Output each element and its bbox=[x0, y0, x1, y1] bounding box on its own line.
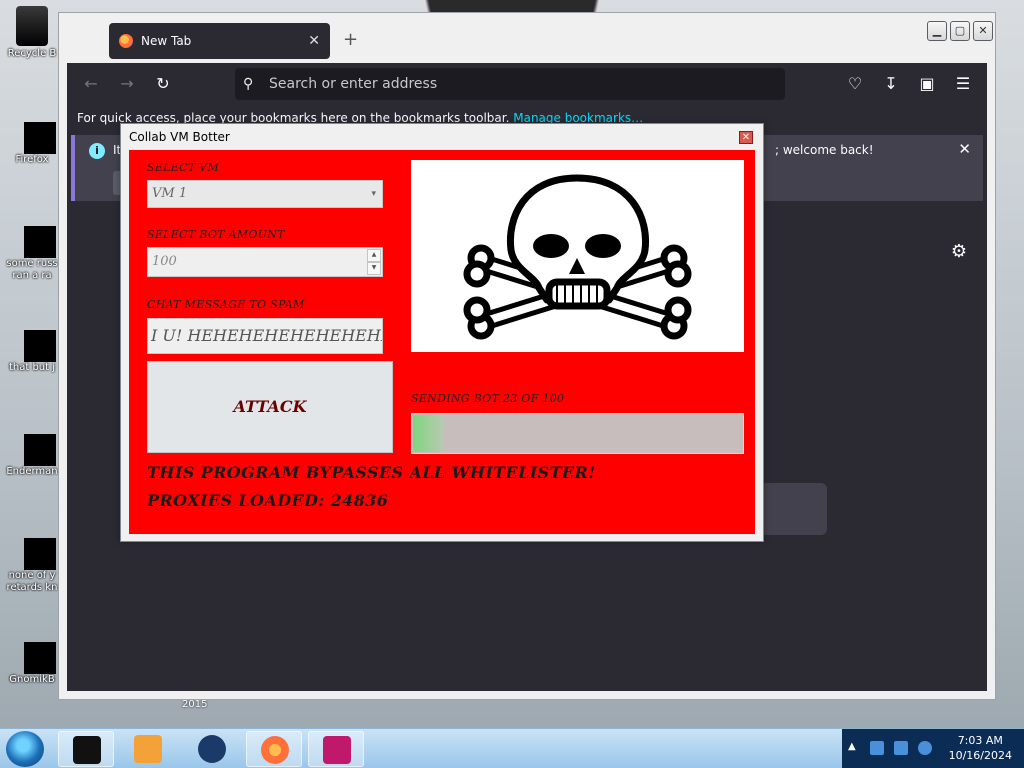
pocket-icon[interactable]: ♡ bbox=[843, 72, 867, 96]
tray-network-icon[interactable] bbox=[894, 741, 908, 755]
desktop-shortcut-icon bbox=[12, 424, 56, 466]
tab-strip: New Tab ✕ + ▁ ▢ ✕ bbox=[59, 13, 995, 63]
system-tray: ▲ 7:03 AM 10/16/2024 bbox=[842, 729, 1024, 768]
address-bar[interactable]: ⚲ Search or enter address bbox=[235, 68, 785, 100]
firefox-icon bbox=[119, 34, 133, 48]
close-window-button[interactable]: ✕ bbox=[973, 21, 993, 41]
minimize-button[interactable]: ▁ bbox=[927, 21, 947, 41]
notice-text-right: ; welcome back! bbox=[775, 143, 874, 157]
desktop-icon[interactable]: GnomikB bbox=[4, 632, 60, 686]
tray-volume-icon[interactable] bbox=[918, 741, 932, 755]
tab-close-icon[interactable]: ✕ bbox=[308, 33, 320, 49]
sending-status: SENDING BOT 23 OF 100 bbox=[411, 392, 565, 405]
bot-amount-value: 100 bbox=[152, 254, 177, 269]
gear-icon[interactable]: ⚙ bbox=[951, 241, 967, 262]
desktop-icon-label: Recycle B bbox=[7, 48, 57, 59]
bot-amount-stepper[interactable]: 100 ▲ ▼ bbox=[147, 247, 383, 277]
new-tab-button[interactable]: + bbox=[343, 29, 358, 50]
desktop-icon[interactable]: that but j bbox=[4, 320, 60, 374]
chat-message-input[interactable]: I U! HEHEHEHEHEHEHEHE! bbox=[147, 318, 383, 354]
start-button[interactable] bbox=[6, 731, 44, 767]
clock-time: 7:03 AM bbox=[957, 734, 1003, 747]
collab-vm-botter-dialog: Collab VM Botter ✕ SELECT VM VM 1 ▾ SELE… bbox=[120, 123, 764, 542]
maximize-button[interactable]: ▢ bbox=[950, 21, 970, 41]
desktop-shortcut-icon bbox=[12, 216, 56, 258]
back-arrow-icon[interactable]: ← bbox=[79, 72, 103, 96]
taskbar-item-terminal[interactable] bbox=[58, 731, 114, 767]
skull-crossbones-icon bbox=[463, 174, 692, 340]
clock[interactable]: 7:03 AM 10/16/2024 bbox=[949, 733, 1012, 763]
download-icon[interactable]: ↧ bbox=[879, 72, 903, 96]
send-progress-bar bbox=[411, 413, 744, 454]
desktop-icon-label: some russ ran a ra bbox=[6, 258, 58, 281]
stepper-up-icon[interactable]: ▲ bbox=[367, 249, 381, 262]
taskbar-item-media-player[interactable] bbox=[120, 731, 176, 767]
taskbar-item-globe[interactable] bbox=[184, 731, 240, 767]
desktop-icon[interactable]: Firefox bbox=[4, 112, 60, 166]
stepper-down-icon[interactable]: ▼ bbox=[367, 262, 381, 275]
address-placeholder: Search or enter address bbox=[269, 76, 438, 92]
desktop-shortcut-icon bbox=[12, 632, 56, 674]
chat-message-label: CHAT MESSAGE TO SPAM bbox=[147, 298, 305, 311]
desktop-icon-label: none of y retards kn bbox=[6, 570, 58, 593]
tab-title: New Tab bbox=[141, 34, 192, 48]
bypass-notice: THIS PROGRAM BYPASSES ALL WHITELISTER! bbox=[147, 463, 596, 482]
desktop-icon[interactable]: Enderman bbox=[4, 424, 60, 478]
attack-button[interactable]: ATTACK bbox=[147, 361, 393, 453]
desktop-icon-label: Enderman bbox=[6, 466, 58, 477]
dialog-close-icon[interactable]: ✕ bbox=[739, 131, 753, 144]
show-hidden-icons-icon[interactable]: ▲ bbox=[848, 741, 856, 752]
search-icon: ⚲ bbox=[243, 76, 254, 92]
desktop-icon-label: GnomikB bbox=[9, 674, 55, 685]
skull-image bbox=[411, 160, 744, 352]
window-controls: ▁ ▢ ✕ bbox=[927, 21, 993, 41]
desktop-shortcut-icon bbox=[12, 320, 56, 362]
desktop-shortcut-icon bbox=[16, 6, 48, 46]
desktop-shortcut-icon bbox=[12, 528, 56, 570]
desktop-icon[interactable]: some russ ran a ra bbox=[4, 216, 60, 281]
desktop-label-2015: 2015 bbox=[182, 699, 208, 710]
select-vm-dropdown[interactable]: VM 1 ▾ bbox=[147, 180, 383, 208]
chevron-down-icon: ▾ bbox=[371, 189, 376, 199]
notice-close-icon[interactable]: ✕ bbox=[958, 140, 971, 158]
proxies-loaded: PROXIES LOADED: 24836 bbox=[147, 491, 389, 510]
info-icon: i bbox=[89, 143, 105, 159]
reload-icon[interactable]: ↻ bbox=[151, 72, 175, 96]
menu-icon[interactable]: ☰ bbox=[951, 72, 975, 96]
clock-date: 10/16/2024 bbox=[948, 749, 1012, 762]
taskbar: ▲ 7:03 AM 10/16/2024 bbox=[0, 728, 1024, 768]
progress-fill bbox=[413, 415, 443, 452]
desktop-icon-label: Firefox bbox=[15, 154, 49, 165]
dialog-body: SELECT VM VM 1 ▾ SELECT BOT AMOUNT 100 ▲… bbox=[129, 150, 755, 534]
desktop-icon[interactable]: Recycle B bbox=[4, 6, 60, 60]
forward-arrow-icon[interactable]: → bbox=[115, 72, 139, 96]
bot-amount-label: SELECT BOT AMOUNT bbox=[147, 228, 285, 241]
desktop-shortcut-icon bbox=[12, 112, 56, 154]
select-vm-value: VM 1 bbox=[152, 186, 188, 201]
desktop-icon-label: that but j bbox=[8, 362, 56, 373]
extensions-icon[interactable]: ▣ bbox=[915, 72, 939, 96]
content-tile[interactable] bbox=[757, 483, 827, 535]
taskbar-item-firefox[interactable] bbox=[246, 731, 302, 767]
tab-new-tab[interactable]: New Tab ✕ bbox=[109, 23, 330, 59]
taskbar-item-botter[interactable] bbox=[308, 731, 364, 767]
tray-app-icon[interactable] bbox=[870, 741, 884, 755]
dialog-title: Collab VM Botter bbox=[129, 130, 230, 144]
nav-bar: ← → ↻ ⚲ Search or enter address ♡ ↧ ▣ ☰ bbox=[67, 63, 987, 105]
select-vm-label: SELECT VM bbox=[147, 161, 220, 174]
desktop-icon[interactable]: none of y retards kn bbox=[4, 528, 60, 593]
